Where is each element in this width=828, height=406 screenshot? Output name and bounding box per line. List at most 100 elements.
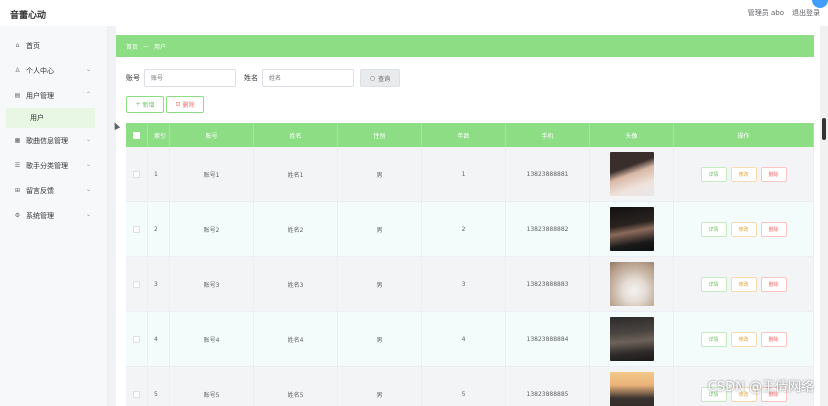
cell-account: 账号2: [170, 202, 254, 256]
detail-button[interactable]: 详情: [700, 276, 727, 292]
row-checkbox[interactable]: [133, 280, 140, 288]
select-all-cell: [126, 123, 148, 147]
scrollbar-thumb[interactable]: [822, 118, 826, 140]
delete-button[interactable]: 删除: [760, 276, 787, 292]
cell-gender: 男: [338, 367, 422, 406]
cell-age: 3: [422, 257, 506, 311]
user-icon: ♙: [14, 67, 21, 74]
cell-gender: 男: [338, 257, 422, 311]
avatar-photo: [609, 372, 654, 406]
list-icon: ☰: [14, 162, 21, 169]
breadcrumb-home[interactable]: 首页: [126, 42, 138, 51]
delete-button[interactable]: 删除: [760, 331, 787, 347]
sidebar-item-label: 首页: [26, 41, 40, 50]
row-checkbox[interactable]: [133, 335, 140, 343]
gear-icon: ⚙: [14, 212, 21, 219]
music-icon: ▦: [14, 137, 21, 144]
main-content: 首页 — 用户 账号 姓名 ○ 查询 + 新增 ⊡ 删除 索引 账号 姓名 性别: [116, 26, 820, 406]
cell-phone: 13823888881: [506, 147, 590, 201]
detail-button[interactable]: 详情: [700, 166, 727, 182]
cell-account: 账号4: [170, 312, 254, 366]
row-checkbox[interactable]: [133, 225, 140, 233]
edit-button[interactable]: 修改: [730, 221, 757, 237]
delete-button[interactable]: 删除: [760, 221, 787, 237]
cell-gender: 男: [338, 202, 422, 256]
select-all-checkbox[interactable]: [133, 131, 140, 139]
cell-phone: 13823888885: [506, 367, 590, 406]
cell-index: 3: [148, 257, 170, 311]
name-label: 姓名: [244, 74, 258, 82]
chevron-down-icon: ⌄: [85, 66, 91, 73]
breadcrumb-separator: —: [143, 42, 150, 50]
cell-account: 账号1: [170, 147, 254, 201]
cell-index: 4: [148, 312, 170, 366]
add-button[interactable]: + 新增: [126, 96, 164, 113]
sidebar-subitem-users[interactable]: 用户: [6, 108, 95, 128]
sidebar-item-singer-category[interactable]: ☰ 歌手分类管理 ⌄: [0, 153, 107, 178]
sidebar: ⌂ 首页 ♙ 个人中心 ⌄ ▤ 用户管理 ⌃ 用户 ▦ 歌曲信息管理 ⌄ ☰ 歌…: [0, 26, 108, 406]
grid-icon: ⊞: [14, 187, 21, 194]
account-label: 账号: [126, 74, 140, 82]
plus-icon: +: [135, 101, 141, 108]
table-header: 索引 账号 姓名 性别 年龄 手机 头像 操作: [126, 123, 814, 147]
header-gender: 性别: [338, 123, 422, 147]
sidebar-item-label: 个人中心: [26, 66, 54, 75]
row-checkbox[interactable]: [133, 170, 140, 178]
edit-button[interactable]: 修改: [730, 166, 757, 182]
sidebar-item-user-management[interactable]: ▤ 用户管理 ⌃: [0, 83, 107, 108]
cell-name: 姓名4: [254, 312, 338, 366]
cell-phone: 13823888884: [506, 312, 590, 366]
search-form: 账号 姓名 ○ 查询: [126, 69, 400, 87]
cell-name: 姓名2: [254, 202, 338, 256]
sidebar-item-profile[interactable]: ♙ 个人中心 ⌄: [0, 58, 107, 83]
table-row: 2 账号2 姓名2 男 2 13823888882 详情 修改 删除: [126, 202, 814, 257]
row-checkbox[interactable]: [133, 390, 140, 398]
cell-phone: 13823888883: [506, 257, 590, 311]
delete-button-label: 删除: [182, 102, 195, 109]
top-bar: 音蕾心动 管理员 abo 退出登录: [0, 0, 828, 26]
scrollbar-track[interactable]: [820, 26, 828, 406]
header-name: 姓名: [254, 123, 338, 147]
detail-button[interactable]: 详情: [700, 221, 727, 237]
sidebar-item-feedback[interactable]: ⊞ 留言反馈 ⌄: [0, 178, 107, 203]
cell-name: 姓名5: [254, 367, 338, 406]
account-search-input[interactable]: [144, 69, 236, 87]
sidebar-item-label: 用户管理: [26, 91, 54, 100]
user-table: 索引 账号 姓名 性别 年龄 手机 头像 操作 1 账号1 姓名1 男 1 13…: [126, 123, 814, 406]
cell-name: 姓名1: [254, 147, 338, 201]
cell-name: 姓名3: [254, 257, 338, 311]
trash-icon: ⊡: [175, 101, 181, 108]
add-button-label: 新增: [142, 102, 155, 109]
name-search-input[interactable]: [262, 69, 354, 87]
cell-index: 2: [148, 202, 170, 256]
cell-index: 5: [148, 367, 170, 406]
delete-button[interactable]: 删除: [760, 166, 787, 182]
sidebar-item-label: 留言反馈: [26, 186, 54, 195]
chevron-down-icon: ⌄: [85, 136, 91, 143]
header-operations: 操作: [674, 123, 814, 147]
sidebar-item-system[interactable]: ⚙ 系统管理 ⌄: [0, 203, 107, 228]
header-account: 账号: [170, 123, 254, 147]
detail-button[interactable]: 详情: [700, 331, 727, 347]
top-right-area: 管理员 abo 退出登录: [748, 8, 820, 18]
avatar-photo: [609, 262, 654, 306]
chevron-down-icon: ⌄: [85, 186, 91, 193]
cell-account: 账号3: [170, 257, 254, 311]
search-button-label: 查询: [378, 75, 391, 83]
user-avatar[interactable]: [812, 0, 828, 8]
sidebar-item-song-info[interactable]: ▦ 歌曲信息管理 ⌄: [0, 128, 107, 153]
search-button[interactable]: ○ 查询: [360, 69, 400, 87]
action-buttons: + 新增 ⊡ 删除: [126, 96, 204, 113]
sidebar-item-label: 歌手分类管理: [26, 161, 68, 170]
logout-link[interactable]: 退出登录: [792, 8, 820, 18]
users-icon: ▤: [14, 92, 21, 99]
batch-delete-button[interactable]: ⊡ 删除: [166, 96, 204, 113]
avatar-photo: [609, 317, 654, 361]
edit-button[interactable]: 修改: [730, 276, 757, 292]
sidebar-item-home[interactable]: ⌂ 首页: [0, 33, 107, 58]
cell-age: 1: [422, 147, 506, 201]
chevron-down-icon: ⌄: [85, 211, 91, 218]
edit-button[interactable]: 修改: [730, 331, 757, 347]
cell-age: 4: [422, 312, 506, 366]
cell-gender: 男: [338, 147, 422, 201]
